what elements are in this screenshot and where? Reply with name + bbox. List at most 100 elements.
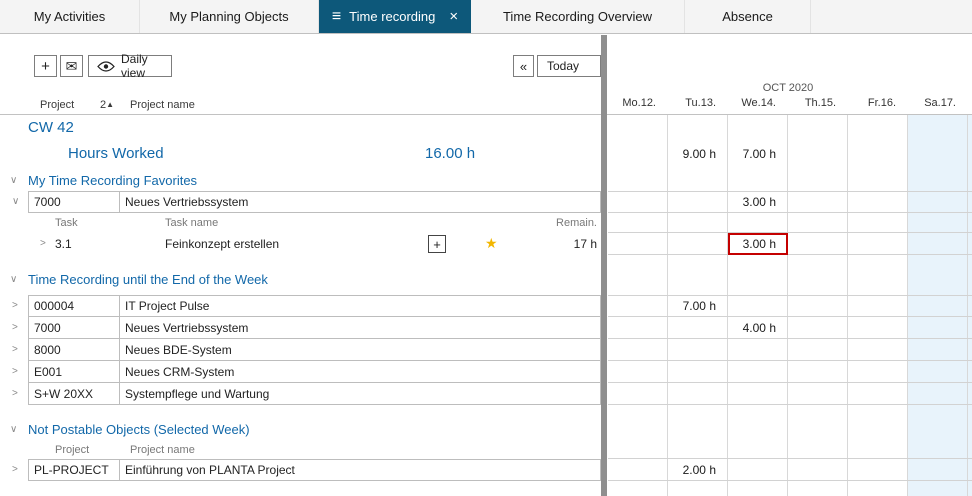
highlighted-day-value-we14[interactable]: 3.00 h [728,233,788,255]
favorite-star-icon[interactable]: ★ [485,236,498,250]
previous-week-button[interactable]: « [513,55,534,77]
chevron-down-icon[interactable]: ∨ [10,425,17,435]
day-header-mo12[interactable]: Mo.12. [608,97,668,114]
project-name-cell[interactable]: Systempflege und Wartung [120,383,601,405]
sort-indicator[interactable]: 2▲ [100,99,114,111]
day-header-th15[interactable]: Th.15. [788,97,848,114]
project-name-cell[interactable]: Neues BDE-System [120,339,601,361]
mail-button[interactable]: ✉ [60,55,83,77]
day-grid-line [608,361,972,383]
hours-worked-tu13: 9.00 h [668,141,728,167]
tab-time-recording-overview[interactable]: Time Recording Overview [471,0,685,33]
day-value-we14[interactable]: 4.00 h [728,317,788,339]
chevron-right-icon[interactable]: > [12,323,18,333]
task-row: > 3.1 Feinkonzept erstellen + ★ 17 h 3.0… [0,233,972,255]
spacer [0,255,972,269]
project-id: 7000 [34,321,61,335]
project-name-cell[interactable]: Neues Vertriebssystem [120,191,601,213]
envelope-icon: ✉ [66,58,78,75]
hours-worked-label: Hours Worked [68,141,164,167]
project-id-cell[interactable]: PL-PROJECT [28,459,120,481]
tab-bar-filler [811,0,972,33]
project-name: Neues CRM-System [125,365,234,379]
chevron-down-icon[interactable]: ∨ [12,197,19,207]
daily-view-button[interactable]: Daily view [88,55,172,77]
hours-worked-total: 16.00 h [425,141,475,167]
project-id: PL-PROJECT [34,463,109,477]
task-name[interactable]: Feinkonzept erstellen [165,233,279,255]
day-value-tu13[interactable]: 2.00 h [668,459,728,481]
project-id-cell[interactable]: E001 [28,361,120,383]
project-id: 8000 [34,343,61,357]
project-name: Neues Vertriebssystem [125,321,248,335]
chevron-right-icon[interactable]: > [12,345,18,355]
project-name-cell[interactable]: Neues Vertriebssystem [120,317,601,339]
project-name-cell[interactable]: Einführung von PLANTA Project [120,459,601,481]
tab-label: My Activities [34,9,106,24]
chevron-right-icon[interactable]: > [12,465,18,475]
column-header-project-name[interactable]: Project name [130,99,195,111]
panel-splitter[interactable] [601,35,607,496]
section-not-postable: ∨ Not Postable Objects (Selected Week) [0,419,972,441]
day-value-tu13[interactable]: 7.00 h [668,295,728,317]
back-icon: « [520,59,527,74]
column-header-project[interactable]: Project [40,99,74,111]
task-id[interactable]: 3.1 [55,233,72,255]
sort-asc-icon: ▲ [106,100,114,109]
project-id-cell[interactable]: 7000 [28,191,120,213]
tab-my-planning-objects[interactable]: My Planning Objects [140,0,319,33]
close-icon[interactable]: × [449,9,458,24]
day-grid-line [608,317,972,339]
chevron-right-icon[interactable]: > [12,301,18,311]
tab-absence[interactable]: Absence [685,0,811,33]
project-name-cell[interactable]: Neues CRM-System [120,361,601,383]
tab-time-recording[interactable]: ≡ Time recording × [319,0,471,33]
tab-my-activities[interactable]: My Activities [0,0,140,33]
time-recording-grid: CW 42 Hours Worked 16.00 h 9.00 h 7.00 h… [0,115,972,481]
menu-icon[interactable]: ≡ [332,9,341,25]
remain-header: Remain. [540,217,597,229]
add-button[interactable]: + [34,55,57,77]
project-name-header: Project name [130,444,195,456]
chevron-right-icon[interactable]: > [40,239,46,249]
spacer [0,405,972,419]
chevron-right-icon[interactable]: > [12,367,18,377]
project-id-cell[interactable]: S+W 20XX [28,383,120,405]
tab-label: Time Recording Overview [503,9,652,24]
project-id-cell[interactable]: 000004 [28,295,120,317]
day-header-tu13[interactable]: Tu.13. [668,97,728,114]
calendar-week-label: CW 42 [28,115,74,141]
project-id: 7000 [34,195,61,209]
project-name: Neues BDE-System [125,343,232,357]
day-header-we14[interactable]: We.14. [728,97,788,114]
project-row: > S+W 20XX Systempflege und Wartung [0,383,972,405]
project-name: Einführung von PLANTA Project [125,463,295,477]
today-button[interactable]: Today [537,55,601,77]
section-title-favorites[interactable]: My Time Recording Favorites [28,171,197,191]
chevron-right-icon[interactable]: > [12,389,18,399]
plus-icon: + [433,237,441,252]
add-time-button[interactable]: + [428,235,446,253]
section-title-not-postable[interactable]: Not Postable Objects (Selected Week) [28,419,250,441]
task-header-row: Task Task name Remain. [0,213,972,233]
project-name-cell[interactable]: IT Project Pulse [120,295,601,317]
section-title-week[interactable]: Time Recording until the End of the Week [28,269,268,291]
time-recording-app: My Activities My Planning Objects ≡ Time… [0,0,972,496]
chevron-down-icon[interactable]: ∨ [10,275,17,285]
favorites-project-row: ∨ 7000 Neues Vertriebssystem 3.00 h [0,191,972,213]
plus-icon: + [41,58,50,75]
remaining-hours: 17 h [540,233,597,255]
day-grid-line [608,295,972,317]
project-id-cell[interactable]: 8000 [28,339,120,361]
month-header: OCT 2020 [608,82,968,94]
chevron-down-icon[interactable]: ∨ [10,176,17,186]
day-value-we14[interactable]: 3.00 h [728,191,788,213]
tab-label: Time recording [349,9,435,24]
day-grid-line [608,191,972,213]
day-header-fr16[interactable]: Fr.16. [848,97,908,114]
project-id-cell[interactable]: 7000 [28,317,120,339]
day-header-sa17[interactable]: Sa.17. [908,97,968,114]
section-week: ∨ Time Recording until the End of the We… [0,269,972,291]
day-grid-line [608,339,972,361]
project-name: Neues Vertriebssystem [125,195,248,209]
